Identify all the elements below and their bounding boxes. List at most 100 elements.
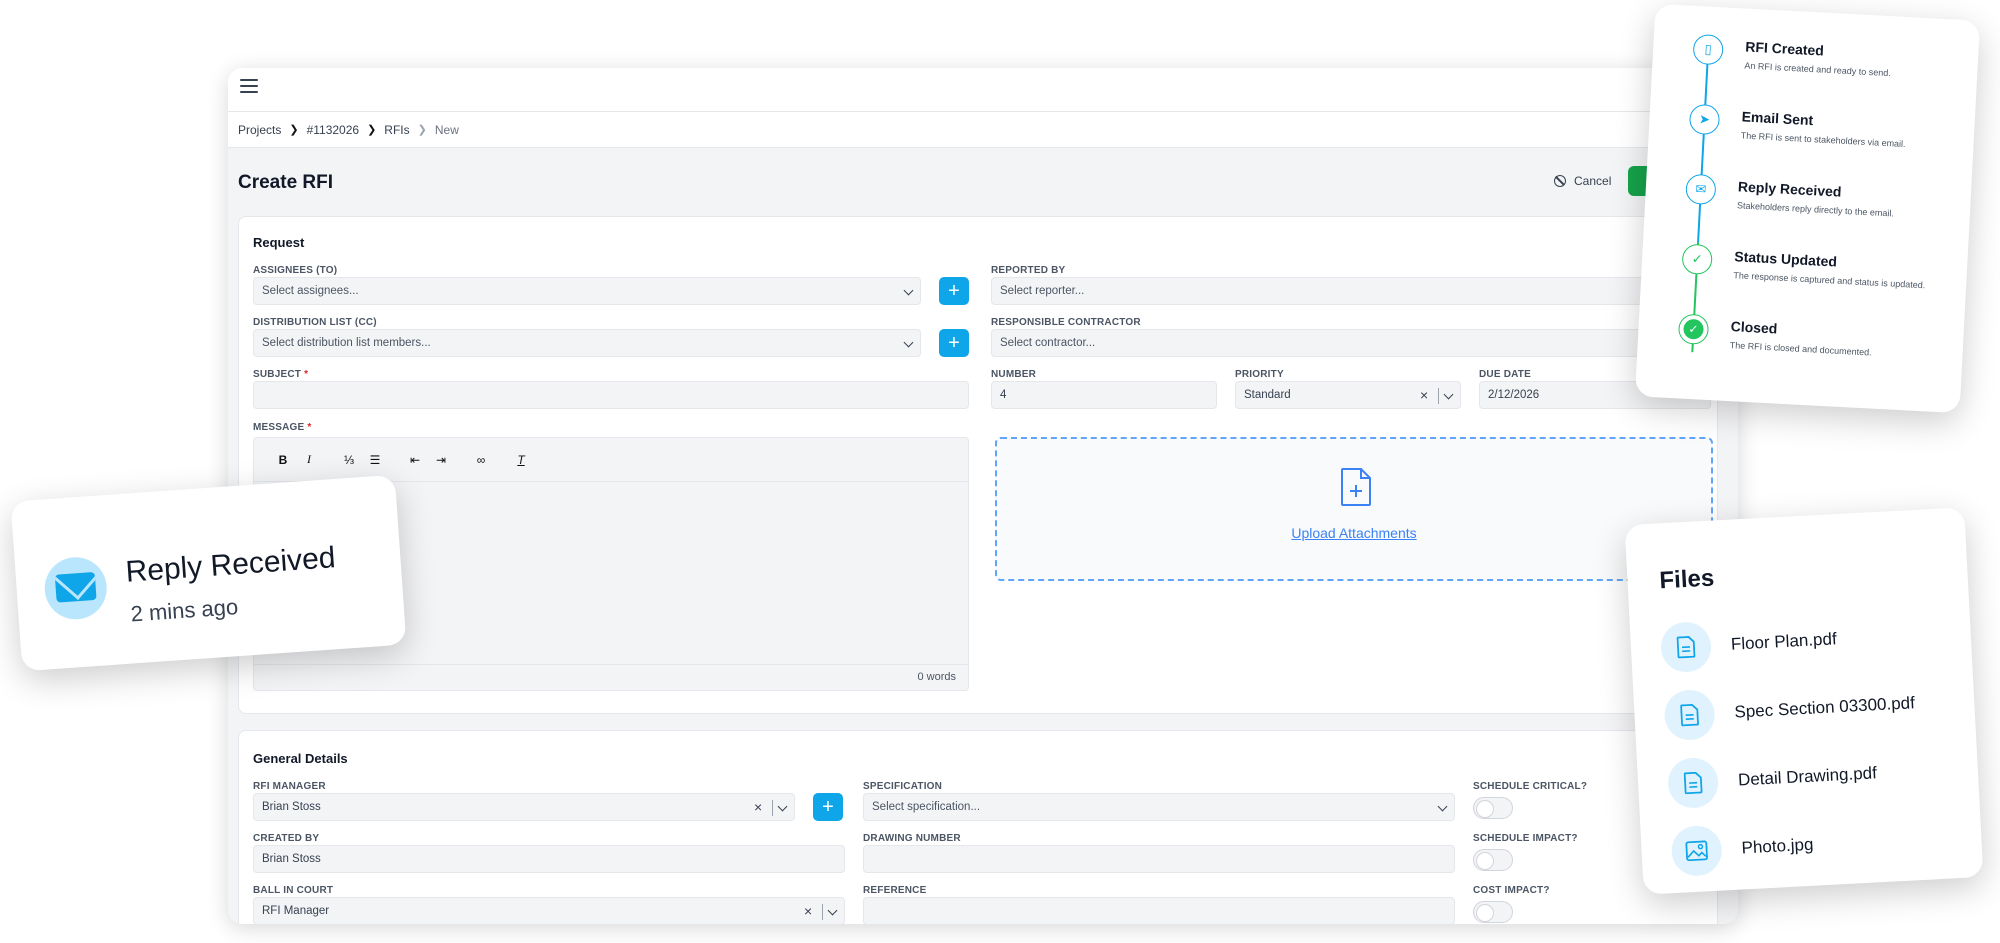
specification-select[interactable]: Select specification... xyxy=(863,793,1455,821)
clear-icon[interactable]: × xyxy=(754,799,762,815)
drawing-number-label: DRAWING NUMBER xyxy=(863,833,961,844)
cancel-button[interactable]: Cancel xyxy=(1554,174,1611,188)
rfi-timeline-card: ▯ RFI Created An RFI is created and read… xyxy=(1634,3,1981,414)
add-distribution-button[interactable]: + xyxy=(939,329,969,357)
chevron-right-icon: ❯ xyxy=(367,124,377,136)
check-icon: ✓ xyxy=(1681,243,1713,276)
chevron-down-icon xyxy=(827,905,838,916)
file-name: Floor Plan.pdf xyxy=(1730,629,1838,654)
top-bar xyxy=(228,68,1738,112)
breadcrumb-project-id[interactable]: #1132026 xyxy=(307,123,360,137)
contractor-label: RESPONSIBLE CONTRACTOR xyxy=(991,317,1141,328)
reported-by-select[interactable]: Select reporter... xyxy=(991,277,1711,305)
ball-in-court-value: RFI Manager xyxy=(262,905,330,917)
notification-title: Reply Received xyxy=(124,541,337,589)
distribution-placeholder: Select distribution list members... xyxy=(262,337,431,349)
request-title: Request xyxy=(253,235,305,250)
created-by-field: Brian Stoss xyxy=(253,845,845,873)
message-label-text: MESSAGE xyxy=(253,422,305,433)
reply-notification-card: Reply Received 2 mins ago xyxy=(10,474,407,672)
outdent-icon[interactable]: ⇤ xyxy=(404,453,426,467)
distribution-label: DISTRIBUTION LIST (CC) xyxy=(253,317,377,328)
link-icon[interactable]: ∞ xyxy=(470,453,492,467)
reference-label: REFERENCE xyxy=(863,885,927,896)
chevron-right-icon: ❯ xyxy=(417,124,427,136)
number-input[interactable]: 4 xyxy=(991,381,1217,409)
schedule-critical-label: SCHEDULE CRITICAL? xyxy=(1473,781,1588,792)
upload-attachments-link[interactable]: Upload Attachments xyxy=(997,525,1711,541)
rfi-manager-label: RFI MANAGER xyxy=(253,781,326,792)
assignees-placeholder: Select assignees... xyxy=(262,285,359,297)
schedule-impact-toggle[interactable] xyxy=(1473,849,1513,871)
distribution-select[interactable]: Select distribution list members... xyxy=(253,329,921,357)
chevron-down-icon xyxy=(1443,389,1454,400)
italic-icon[interactable]: I xyxy=(298,452,320,467)
contractor-select[interactable]: Select contractor... xyxy=(991,329,1711,357)
menu-icon[interactable] xyxy=(240,79,258,95)
clear-icon[interactable]: × xyxy=(1420,387,1428,403)
document-icon: ▯ xyxy=(1692,33,1724,66)
drawing-number-input[interactable] xyxy=(863,845,1455,873)
reference-input[interactable] xyxy=(863,897,1455,924)
timeline-desc: Stakeholders reply directly to the email… xyxy=(1736,200,1895,219)
subject-label-text: SUBJECT xyxy=(253,369,302,380)
schedule-critical-toggle[interactable] xyxy=(1473,797,1513,819)
chevron-right-icon: ❯ xyxy=(289,124,299,136)
indent-icon[interactable]: ⇥ xyxy=(430,453,452,467)
chevron-down-icon xyxy=(1437,801,1448,812)
subject-input[interactable] xyxy=(253,381,969,409)
chevron-down-icon xyxy=(903,285,914,296)
file-item[interactable]: Floor Plan.pdf xyxy=(1659,614,1838,674)
add-rfi-manager-button[interactable]: + xyxy=(813,793,843,821)
divider xyxy=(822,904,823,920)
divider xyxy=(772,800,773,816)
timeline-line-blue xyxy=(1697,62,1709,243)
schedule-impact-label: SCHEDULE IMPACT? xyxy=(1473,833,1578,844)
specification-label: SPECIFICATION xyxy=(863,781,943,792)
page-header: Create RFI Cancel xyxy=(228,148,1738,214)
general-details-title: General Details xyxy=(253,751,348,766)
timeline-desc: The response is captured and status is u… xyxy=(1733,270,1926,291)
cancel-icon xyxy=(1554,175,1566,187)
ball-in-court-select[interactable]: RFI Manager × xyxy=(253,897,845,924)
file-item[interactable]: Spec Section 03300.pdf xyxy=(1663,678,1916,742)
assignees-select[interactable]: Select assignees... xyxy=(253,277,921,305)
breadcrumb-rfis[interactable]: RFIs xyxy=(384,123,409,137)
ordered-list-icon[interactable]: ⅓ xyxy=(338,453,360,467)
clear-format-icon[interactable]: T xyxy=(510,453,532,467)
breadcrumb-projects[interactable]: Projects xyxy=(238,123,281,137)
file-item[interactable]: Photo.jpg xyxy=(1670,820,1814,878)
subject-label: SUBJECT * xyxy=(253,369,308,380)
rfi-manager-value: Brian Stoss xyxy=(262,801,321,813)
add-assignee-button[interactable]: + xyxy=(939,277,969,305)
rfi-manager-select[interactable]: Brian Stoss × xyxy=(253,793,795,821)
priority-select[interactable]: Standard × xyxy=(1235,381,1461,409)
reported-by-label: REPORTED BY xyxy=(991,265,1066,276)
created-by-label: CREATED BY xyxy=(253,833,320,844)
mail-icon: ✉ xyxy=(1685,173,1717,206)
pdf-file-icon xyxy=(1663,688,1716,742)
number-label: NUMBER xyxy=(991,369,1037,380)
timeline-title: Email Sent xyxy=(1741,108,1814,129)
files-title: Files xyxy=(1658,564,1715,595)
upload-dropzone[interactable]: Upload Attachments xyxy=(995,437,1713,581)
clear-icon[interactable]: × xyxy=(804,903,812,919)
cost-impact-toggle[interactable] xyxy=(1473,901,1513,923)
timeline-title: Closed xyxy=(1730,318,1778,337)
request-card: Request ASSIGNEES (TO) Select assignees.… xyxy=(238,216,1718,714)
required-mark: * xyxy=(307,422,312,433)
file-plus-icon xyxy=(1341,468,1371,506)
chevron-down-icon xyxy=(903,337,914,348)
timeline-title: Status Updated xyxy=(1733,248,1838,270)
general-details-card: General Details RFI MANAGER Brian Stoss … xyxy=(238,730,1718,924)
file-name: Spec Section 03300.pdf xyxy=(1733,693,1916,722)
file-item[interactable]: Detail Drawing.pdf xyxy=(1666,748,1878,810)
timeline-desc: An RFI is created and ready to send. xyxy=(1744,60,1892,79)
required-mark: * xyxy=(304,369,309,380)
send-icon: ➤ xyxy=(1688,103,1721,136)
reported-by-placeholder: Select reporter... xyxy=(1000,285,1085,297)
assignees-label: ASSIGNEES (TO) xyxy=(253,265,338,276)
bullet-list-icon[interactable]: ☰ xyxy=(364,453,386,467)
message-label: MESSAGE * xyxy=(253,422,312,433)
bold-icon[interactable]: B xyxy=(272,453,294,467)
